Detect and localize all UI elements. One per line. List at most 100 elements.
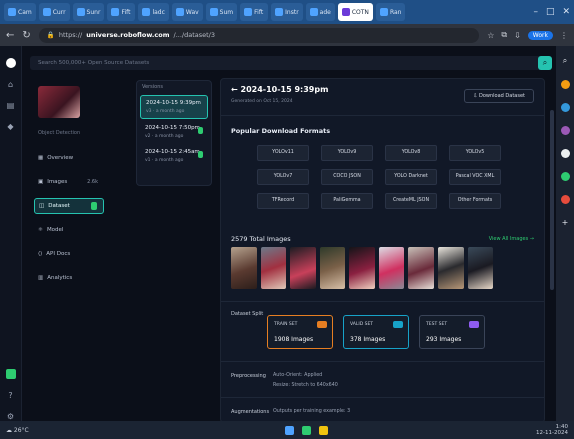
start-icon[interactable] <box>285 425 294 435</box>
browser-tab[interactable]: Sunr <box>72 3 105 21</box>
nav-item-images[interactable]: ▣ Images 2.6k <box>34 174 104 190</box>
valid-set-card[interactable]: VALID SET 378 Images <box>343 315 409 349</box>
side-search-icon[interactable]: ⌕ <box>563 56 567 66</box>
browser-tab[interactable]: Sum <box>205 3 238 21</box>
image-thumbnail[interactable] <box>467 247 494 289</box>
analytics-icon: ▥ <box>38 275 44 281</box>
system-clock[interactable]: 1:40 12-11-2024 <box>536 424 568 436</box>
browser-tab-bar: Cam Curr Sunr Fift ladc Wav Sum Fift Ins… <box>0 0 574 24</box>
browser-tab[interactable]: Cam <box>4 3 36 21</box>
download-dataset-button[interactable]: ⇩ Download Dataset <box>464 89 534 103</box>
address-bar[interactable]: 🔒 https://universe.roboflow.com/.../data… <box>38 27 480 43</box>
format-button[interactable]: PaliGemma <box>321 193 373 209</box>
search-icon[interactable]: ⌕ <box>538 56 552 70</box>
tab-favicon-icon <box>379 8 388 16</box>
project-thumbnail[interactable] <box>38 86 80 118</box>
preprocessing-line: Resize: Stretch to 640x640 <box>273 383 338 388</box>
format-button[interactable]: COCO JSON <box>321 169 373 185</box>
divider <box>221 115 544 116</box>
settings-icon[interactable]: ⚙ <box>7 412 14 421</box>
add-icon[interactable]: + <box>562 218 569 227</box>
profile-button[interactable]: Work <box>527 30 553 40</box>
tab-favicon-icon <box>309 8 318 16</box>
browser-tab[interactable]: Fift <box>240 3 269 21</box>
extensions-icon[interactable]: ⧉ <box>501 30 507 40</box>
format-button[interactable]: YOLOv7 <box>257 169 309 185</box>
version-item[interactable]: 2024-10-15 7:50pm v2 · a month ago <box>140 121 208 143</box>
image-thumbnail[interactable] <box>260 247 287 289</box>
browser-tab[interactable]: Fift <box>107 3 136 21</box>
extension-icon[interactable] <box>560 195 570 204</box>
image-thumbnail[interactable] <box>231 247 257 289</box>
view-all-images-link[interactable]: View All Images → <box>489 236 534 242</box>
nav-item-analytics[interactable]: ▥ Analytics <box>34 270 104 286</box>
nav-item-api-docs[interactable]: ⟨⟩ API Docs <box>34 246 104 262</box>
search-input[interactable]: Search 500,000+ Open Source Datasets <box>30 56 546 70</box>
tab-favicon-icon <box>142 8 151 16</box>
format-button[interactable]: CreateML JSON <box>385 193 437 209</box>
extension-icon[interactable] <box>560 80 570 89</box>
format-button[interactable]: TFRecord <box>257 193 309 209</box>
browser-tab[interactable]: Instr <box>271 3 303 21</box>
extension-icon[interactable] <box>560 172 570 181</box>
preprocessing-line: Auto-Orient: Applied <box>273 373 323 378</box>
screen: Cam Curr Sunr Fift ladc Wav Sum Fift Ins… <box>0 0 574 439</box>
format-button[interactable]: YOLOv9 <box>321 145 373 161</box>
version-item[interactable]: 2024-10-15 2:45am v1 · a month ago <box>140 145 208 167</box>
image-thumbnail[interactable] <box>408 247 434 289</box>
menu-icon[interactable]: ⋮ <box>560 31 568 40</box>
image-thumbnail[interactable] <box>319 247 346 289</box>
projects-icon[interactable]: ▤ <box>7 101 15 110</box>
nav-item-model[interactable]: ⚛ Model <box>34 222 104 238</box>
bookmark-star-icon[interactable]: ☆ <box>487 31 494 40</box>
tab-favicon-icon <box>42 8 51 16</box>
image-thumbnail[interactable] <box>290 247 316 289</box>
minimize-icon[interactable]: – <box>533 7 538 17</box>
format-button[interactable]: Other Formats <box>449 193 501 209</box>
page-scrollbar[interactable] <box>550 110 554 290</box>
format-button[interactable]: YOLOv11 <box>257 145 309 161</box>
back-arrow-icon[interactable]: ← <box>231 85 241 94</box>
browser-tab[interactable]: Wav <box>171 3 203 21</box>
downloads-icon[interactable]: ⇩ <box>514 31 521 40</box>
extension-icon[interactable] <box>560 149 570 158</box>
format-button[interactable]: YOLOv5 <box>449 145 501 161</box>
image-thumbnail[interactable] <box>437 247 464 289</box>
explorer-icon[interactable] <box>319 425 328 435</box>
version-title: ← 2024-10-15 9:39pm <box>231 85 329 94</box>
maximize-icon[interactable]: □ <box>546 7 555 17</box>
reload-icon[interactable]: ↻ <box>22 30 30 41</box>
back-icon[interactable]: ← <box>6 30 14 41</box>
test-tag-icon <box>469 321 479 328</box>
divider <box>221 361 544 362</box>
help-icon[interactable]: ? <box>8 391 12 400</box>
format-button[interactable]: Pascal VOC XML <box>449 169 501 185</box>
extension-icon[interactable] <box>560 126 570 135</box>
nav-item-overview[interactable]: ▦ Overview <box>34 150 104 166</box>
browser-tab[interactable]: Ran <box>375 3 406 21</box>
browser-tab-active[interactable]: COTN <box>337 3 373 21</box>
home-icon[interactable]: ⌂ <box>8 80 13 89</box>
workflows-icon[interactable]: ◆ <box>7 122 13 131</box>
close-icon[interactable]: ✕ <box>562 7 570 17</box>
extension-icon[interactable] <box>560 103 570 112</box>
images-count-badge: 2.6k <box>87 179 98 185</box>
version-subtitle: Generated on Oct 15, 2024 <box>231 99 293 104</box>
browser-side-panel: ⌕ + <box>556 46 574 421</box>
chrome-icon[interactable] <box>302 425 311 435</box>
format-button[interactable]: YOLOv8 <box>385 145 437 161</box>
image-thumbnail[interactable] <box>378 247 405 289</box>
train-set-card[interactable]: TRAIN SET 1908 Images <box>267 315 333 349</box>
nav-item-dataset[interactable]: ◫ Dataset <box>34 198 104 214</box>
version-item[interactable]: 2024-10-15 9:39pm v3 · a month ago <box>140 95 208 119</box>
browser-tab[interactable]: Curr <box>38 3 70 21</box>
browser-tab[interactable]: ade <box>305 3 335 21</box>
test-set-card[interactable]: TEST SET 293 Images <box>419 315 485 349</box>
image-thumbnail[interactable] <box>349 247 375 289</box>
upgrade-icon[interactable] <box>5 369 16 379</box>
format-button[interactable]: YOLO Darknet <box>385 169 437 185</box>
browser-tab[interactable]: ladc <box>138 3 169 21</box>
model-icon: ⚛ <box>38 227 43 233</box>
roboflow-logo-icon[interactable] <box>5 58 16 68</box>
weather-icon[interactable]: ☁ <box>6 427 14 434</box>
